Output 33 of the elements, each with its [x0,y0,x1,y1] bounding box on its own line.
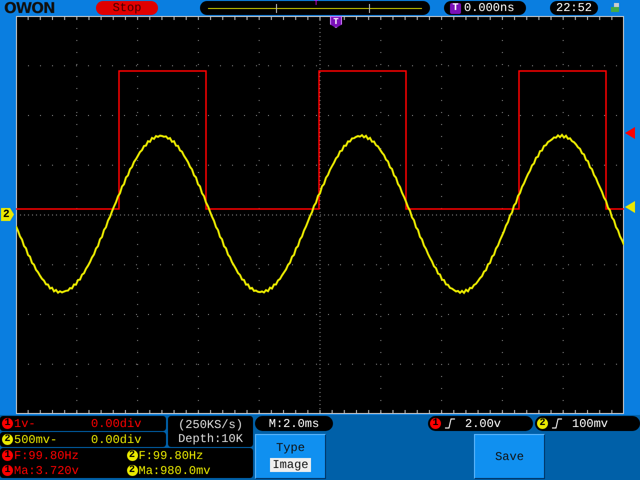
channel-badge: 1 [430,418,441,429]
measurement-reading: Ma:980.0mv [138,464,211,478]
level-marker[interactable] [625,201,635,213]
trigger-level: 2.00v [465,416,502,430]
channel-marker[interactable]: 2 [1,208,14,221]
sample-rate: (250KS/s) [178,418,243,432]
channel-badge: 2 [126,465,138,476]
channel-badge: 1 [2,418,13,429]
timebase: M:2.0ms [255,416,333,431]
save-button[interactable]: Save [474,434,545,479]
rising-edge-icon [552,418,562,429]
measurement-reading: F:99.80Hz [14,448,79,462]
channel-badge: 1 [2,450,13,461]
channel-badge: 2 [126,450,138,461]
logo: OWON [4,0,56,16]
measurement-reading: F:99.80Hz [138,448,204,462]
memory-depth: Depth:10K [178,432,243,446]
channel-badge: 2 [537,418,548,429]
channel-scale: 500mv- [14,432,58,446]
measurement-reading: Ma:3.720v [14,464,79,478]
channel-badge: 2 [2,434,13,445]
clock: 22:52 [556,1,592,15]
level-marker[interactable] [625,127,635,139]
trigger-level: 100mv [572,416,608,430]
trigger-badge: T [450,2,461,14]
type-menu-button[interactable]: Type Image [255,434,326,479]
trigger-offset: 0.000ns [464,1,514,15]
channel-badge: 1 [2,465,13,476]
channel-scale: 1v- [14,416,37,430]
rising-edge-icon [445,418,455,429]
trigger-marker[interactable]: T [330,16,342,28]
channel-offset: 0.00div [91,432,142,446]
channel-offset: 0.00div [91,416,142,430]
